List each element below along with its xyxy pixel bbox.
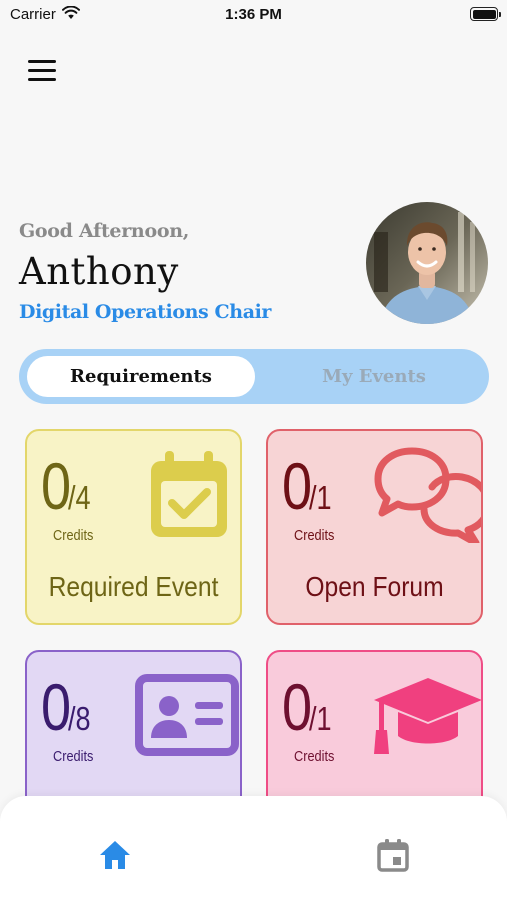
status-time: 1:36 PM: [225, 6, 282, 23]
credits-label: Credits: [53, 748, 94, 765]
credits-total: /1: [308, 700, 332, 737]
credits-label: Credits: [294, 748, 335, 765]
credits-label: Credits: [53, 527, 94, 544]
greeting-text: Good Afternoon,: [19, 220, 190, 242]
calendar-check-icon: [147, 449, 231, 546]
avatar[interactable]: [366, 202, 488, 324]
credit-count: 0 /8: [41, 674, 95, 740]
user-role: Digital Operations Chair: [19, 301, 272, 323]
credits-total: /4: [67, 479, 91, 516]
credits-earned: 0: [282, 449, 313, 523]
tab-my-events[interactable]: My Events: [264, 356, 484, 397]
credits-total: /1: [308, 479, 332, 516]
bottom-tab-bar: [0, 796, 507, 900]
credits-total: /8: [67, 700, 91, 737]
card-title: Required Event: [48, 571, 219, 602]
chat-bubbles-icon: [372, 447, 481, 548]
card-title: Open Forum: [305, 571, 444, 602]
battery-icon: [470, 7, 501, 21]
credits-label: Credits: [294, 527, 335, 544]
hamburger-menu-icon[interactable]: [28, 60, 56, 86]
id-card-icon: [135, 674, 239, 761]
credit-count: 0 /1: [282, 453, 336, 519]
segmented-control: Requirements My Events: [19, 349, 489, 404]
credits-earned: 0: [41, 449, 72, 523]
credit-count: 0 /1: [282, 674, 336, 740]
requirement-card-required-event[interactable]: 0 /4 Credits Required Event: [25, 429, 242, 625]
tab-requirements[interactable]: Requirements: [27, 356, 255, 397]
status-bar: Carrier 1:36 PM: [0, 0, 507, 30]
graduation-cap-icon: [370, 672, 481, 763]
credit-count: 0 /4: [41, 453, 95, 519]
user-name: Anthony: [19, 250, 179, 293]
requirement-card-open-forum[interactable]: 0 /1 Credits Open Forum: [266, 429, 483, 625]
credits-earned: 0: [282, 670, 313, 744]
credits-earned: 0: [41, 670, 72, 744]
calendar-icon[interactable]: [376, 838, 410, 872]
home-icon[interactable]: [98, 839, 132, 871]
